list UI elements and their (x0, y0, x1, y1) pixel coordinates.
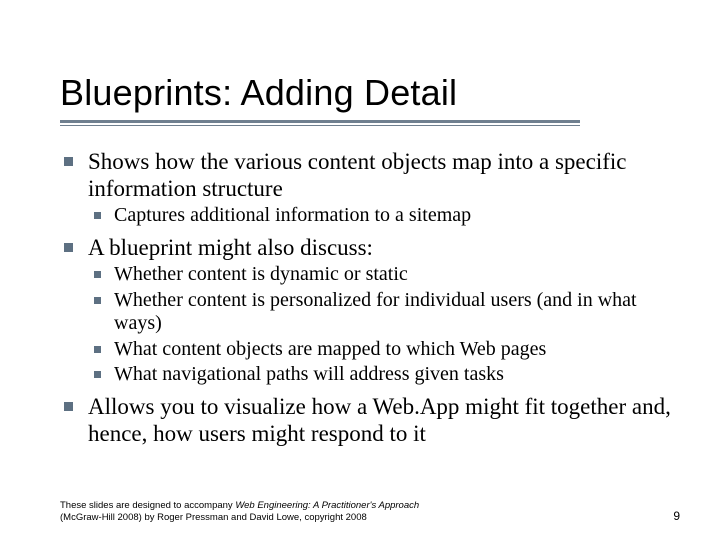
rule-thin (60, 125, 580, 126)
bullet-list: Shows how the various content objects ma… (60, 148, 680, 447)
slide-title: Blueprints: Adding Detail (60, 72, 680, 114)
footer-text-2: (McGraw-Hill 2008) by Roger Pressman and… (60, 512, 367, 523)
sub-bullet-item: What navigational paths will address giv… (88, 363, 680, 387)
bullet-text: A blueprint might also discuss: (88, 235, 373, 260)
sub-bullet-text: Whether content is dynamic or static (114, 263, 408, 285)
title-block: Blueprints: Adding Detail (60, 72, 680, 126)
bullet-item: Allows you to visualize how a Web.App mi… (60, 393, 680, 447)
sub-bullet-item: Whether content is personalized for indi… (88, 289, 680, 336)
sub-bullet-text: What navigational paths will address giv… (114, 363, 504, 385)
sub-bullet-item: Whether content is dynamic or static (88, 263, 680, 287)
bullet-item: Shows how the various content objects ma… (60, 148, 680, 228)
bullet-text: Allows you to visualize how a Web.App mi… (88, 394, 671, 446)
slide: Blueprints: Adding Detail Shows how the … (0, 0, 720, 540)
footer-text-1a: These slides are designed to accompany (60, 500, 235, 511)
sub-bullet-text: Whether content is personalized for indi… (114, 289, 637, 335)
footer: These slides are designed to accompany W… (60, 500, 680, 524)
sub-bullet-item: What content objects are mapped to which… (88, 338, 680, 362)
sub-bullet-text: What content objects are mapped to which… (114, 338, 546, 360)
slide-body: Shows how the various content objects ma… (60, 148, 680, 447)
title-underline (60, 120, 680, 126)
sub-bullet-list: Captures additional information to a sit… (88, 204, 680, 228)
sub-bullet-list: Whether content is dynamic or static Whe… (88, 263, 680, 387)
page-number: 9 (673, 509, 680, 524)
rule-thick (60, 120, 580, 123)
bullet-text: Shows how the various content objects ma… (88, 149, 626, 201)
sub-bullet-item: Captures additional information to a sit… (88, 204, 680, 228)
footer-text-1b: Web Engineering: A Practitioner's Approa… (235, 500, 419, 511)
sub-bullet-text: Captures additional information to a sit… (114, 204, 471, 226)
bullet-item: A blueprint might also discuss: Whether … (60, 234, 680, 387)
